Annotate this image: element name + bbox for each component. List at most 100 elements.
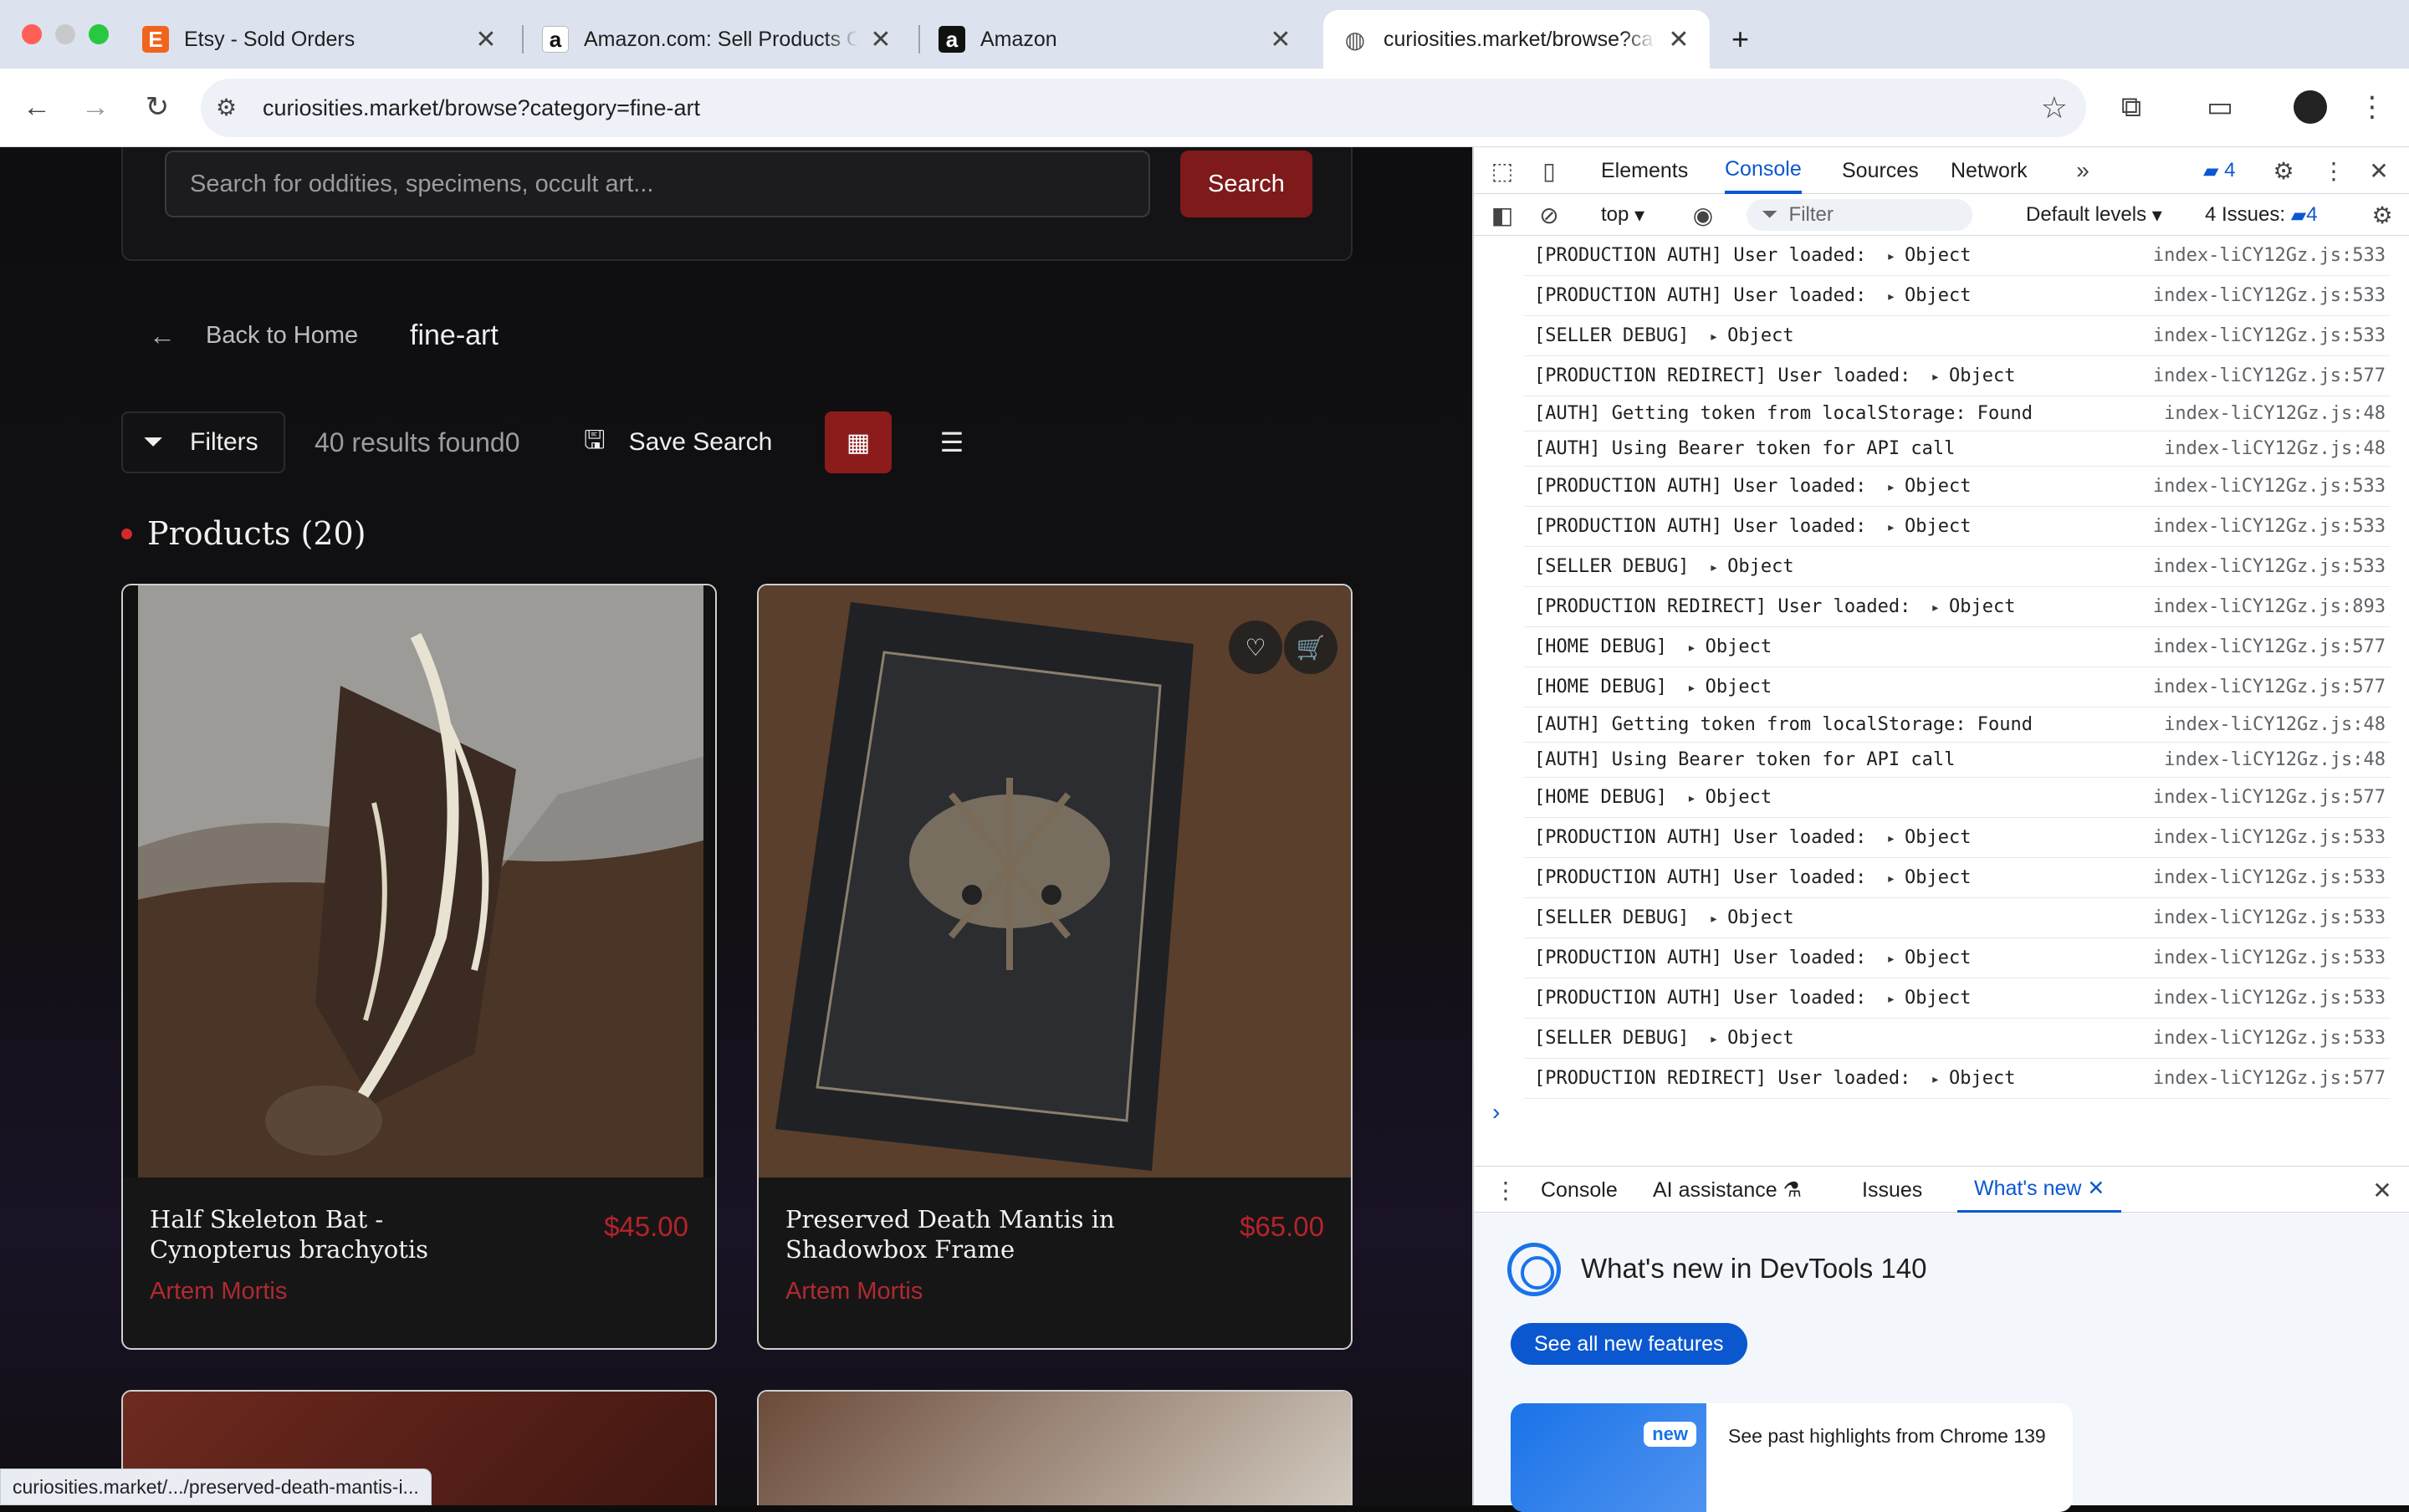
context-select[interactable]: top ▾	[1601, 199, 1644, 231]
minimize-window-button[interactable]	[55, 24, 75, 44]
cast-icon[interactable]: ▭	[2200, 87, 2240, 127]
expandable-object[interactable]: Object	[1886, 867, 1971, 888]
issues-counter[interactable]: 4 Issues: ▰ 4	[2205, 199, 2318, 231]
forward-arrow-icon[interactable]: →	[75, 87, 115, 127]
tab-elements[interactable]: Elements	[1601, 147, 1688, 194]
log-source-link[interactable]: index-liCY12Gz.js:48	[2164, 403, 2386, 424]
product-image[interactable]	[759, 1392, 1351, 1505]
save-search-button[interactable]: 🖫 Save Search	[584, 411, 772, 473]
messages-badge[interactable]: ▰ 4	[2203, 154, 2236, 187]
bookmark-star-icon[interactable]: ☆	[2041, 90, 2068, 125]
favorite-heart-icon[interactable]: ♡	[1229, 621, 1282, 674]
expandable-object[interactable]: Object	[1931, 365, 2015, 386]
close-drawer-icon[interactable]: ✕	[2366, 1173, 2399, 1207]
log-source-link[interactable]: index-liCY12Gz.js:577	[2153, 365, 2386, 386]
log-source-link[interactable]: index-liCY12Gz.js:533	[2153, 516, 2386, 537]
reload-icon[interactable]: ↻	[137, 87, 177, 127]
tab-etsy[interactable]: E Etsy - Sold Orders ✕	[124, 10, 517, 69]
log-source-link[interactable]: index-liCY12Gz.js:533	[2153, 867, 2386, 888]
console-filter-input[interactable]: ⏷ Filter	[1747, 199, 1972, 231]
product-card[interactable]: ♡ 🛒 Preserved Death Mantis in Shadowbox …	[757, 584, 1353, 1350]
log-source-link[interactable]: index-liCY12Gz.js:577	[2153, 636, 2386, 657]
drawer-tab-issues[interactable]: Issues	[1862, 1167, 1922, 1213]
tab-amazon-sell[interactable]: a Amazon.com: Sell Products Online ✕	[524, 10, 912, 69]
expandable-object[interactable]: Object	[1886, 948, 1971, 968]
clear-console-icon[interactable]: ⊘	[1532, 198, 1566, 232]
console-prompt-chevron-icon[interactable]: ›	[1492, 1099, 1500, 1126]
back-to-home-link[interactable]: ← Back to Home	[149, 314, 358, 356]
log-source-link[interactable]: index-liCY12Gz.js:48	[2164, 714, 2386, 735]
log-source-link[interactable]: index-liCY12Gz.js:533	[2153, 907, 2386, 928]
expandable-object[interactable]: Object	[1687, 787, 1772, 808]
close-tab-icon[interactable]: ✕	[1268, 25, 1293, 54]
log-source-link[interactable]: index-liCY12Gz.js:533	[2153, 1028, 2386, 1049]
site-info-icon[interactable]: ⚙	[216, 94, 237, 121]
filters-button[interactable]: ⏷ Filters	[121, 411, 285, 473]
grid-view-toggle[interactable]: ▦	[825, 411, 892, 473]
log-source-link[interactable]: index-liCY12Gz.js:533	[2153, 285, 2386, 306]
past-highlights-card[interactable]: new See past highlights from Chrome 139	[1511, 1403, 2073, 1512]
drawer-tab-whats-new[interactable]: What's new ✕	[1957, 1167, 2122, 1213]
list-view-toggle[interactable]: ☰	[918, 411, 985, 473]
expandable-object[interactable]: Object	[1709, 556, 1793, 577]
expandable-object[interactable]: Object	[1886, 476, 1971, 497]
log-source-link[interactable]: index-liCY12Gz.js:533	[2153, 476, 2386, 497]
log-source-link[interactable]: index-liCY12Gz.js:48	[2164, 749, 2386, 770]
close-devtools-icon[interactable]: ✕	[2362, 154, 2396, 187]
product-name[interactable]: Preserved Death Mantis in Shadowbox Fram…	[785, 1204, 1153, 1264]
log-levels-select[interactable]: Default levels ▾	[2026, 199, 2162, 231]
new-tab-button[interactable]: +	[1723, 10, 1768, 69]
close-tab-icon[interactable]: ✕	[2087, 1176, 2105, 1201]
add-to-cart-icon[interactable]: 🛒	[1284, 621, 1337, 674]
tab-console[interactable]: Console	[1725, 147, 1802, 194]
expandable-object[interactable]: Object	[1931, 1068, 2015, 1089]
tab-sources[interactable]: Sources	[1842, 147, 1919, 194]
tab-curiosities[interactable]: ◍ curiosities.market/browse?category=fin…	[1323, 10, 1710, 69]
address-bar[interactable]: ⚙ curiosities.market/browse?category=fin…	[201, 79, 2086, 137]
expandable-object[interactable]: Object	[1931, 596, 2015, 617]
product-card[interactable]	[757, 1390, 1353, 1505]
expandable-object[interactable]: Object	[1886, 988, 1971, 1009]
extensions-icon[interactable]: ⧉	[2111, 87, 2151, 127]
device-toolbar-icon[interactable]: ▯	[1532, 154, 1566, 187]
zoom-window-button[interactable]	[89, 24, 109, 44]
product-seller[interactable]: Artem Mortis	[785, 1278, 923, 1305]
log-source-link[interactable]: index-liCY12Gz.js:533	[2153, 556, 2386, 577]
expandable-object[interactable]: Object	[1709, 1028, 1793, 1049]
expandable-object[interactable]: Object	[1687, 677, 1772, 697]
more-tabs-chevron-icon[interactable]: »	[2066, 154, 2100, 187]
menu-kebab-icon[interactable]: ⋮	[2352, 87, 2392, 127]
log-source-link[interactable]: index-liCY12Gz.js:893	[2153, 596, 2386, 617]
see-all-features-button[interactable]: See all new features	[1511, 1323, 1747, 1365]
expandable-object[interactable]: Object	[1886, 516, 1971, 537]
product-name[interactable]: Half Skeleton Bat - Cynopterus brachyoti…	[150, 1204, 518, 1264]
product-image-mantis[interactable]	[759, 585, 1351, 1177]
product-card[interactable]: Half Skeleton Bat - Cynopterus brachyoti…	[121, 584, 717, 1350]
log-source-link[interactable]: index-liCY12Gz.js:533	[2153, 948, 2386, 968]
expandable-object[interactable]: Object	[1886, 245, 1971, 266]
back-arrow-icon[interactable]: ←	[17, 87, 57, 127]
log-source-link[interactable]: index-liCY12Gz.js:577	[2153, 677, 2386, 697]
live-expression-eye-icon[interactable]: ◉	[1686, 198, 1720, 232]
console-settings-gear-icon[interactable]: ⚙	[2366, 198, 2399, 232]
log-source-link[interactable]: index-liCY12Gz.js:533	[2153, 325, 2386, 346]
log-source-link[interactable]: index-liCY12Gz.js:533	[2153, 827, 2386, 848]
settings-gear-icon[interactable]: ⚙	[2267, 154, 2300, 187]
close-tab-icon[interactable]: ✕	[1666, 25, 1691, 54]
expandable-object[interactable]: Object	[1709, 907, 1793, 928]
drawer-tab-ai-assistance[interactable]: AI assistance ⚗	[1653, 1167, 1802, 1213]
inspect-element-icon[interactable]: ⬚	[1486, 154, 1519, 187]
avatar[interactable]	[2290, 87, 2330, 127]
devtools-menu-icon[interactable]: ⋮	[2317, 154, 2350, 187]
log-source-link[interactable]: index-liCY12Gz.js:533	[2153, 245, 2386, 266]
product-seller[interactable]: Artem Mortis	[150, 1278, 287, 1305]
expandable-object[interactable]: Object	[1687, 636, 1772, 657]
log-source-link[interactable]: index-liCY12Gz.js:48	[2164, 438, 2386, 459]
tab-network[interactable]: Network	[1951, 147, 2028, 194]
close-window-button[interactable]	[22, 24, 42, 44]
close-tab-icon[interactable]: ✕	[868, 25, 893, 54]
close-tab-icon[interactable]: ✕	[473, 25, 499, 54]
search-input[interactable]: Search for oddities, specimens, occult a…	[165, 151, 1150, 217]
expandable-object[interactable]: Object	[1886, 285, 1971, 306]
drawer-tab-console[interactable]: Console	[1541, 1167, 1618, 1213]
